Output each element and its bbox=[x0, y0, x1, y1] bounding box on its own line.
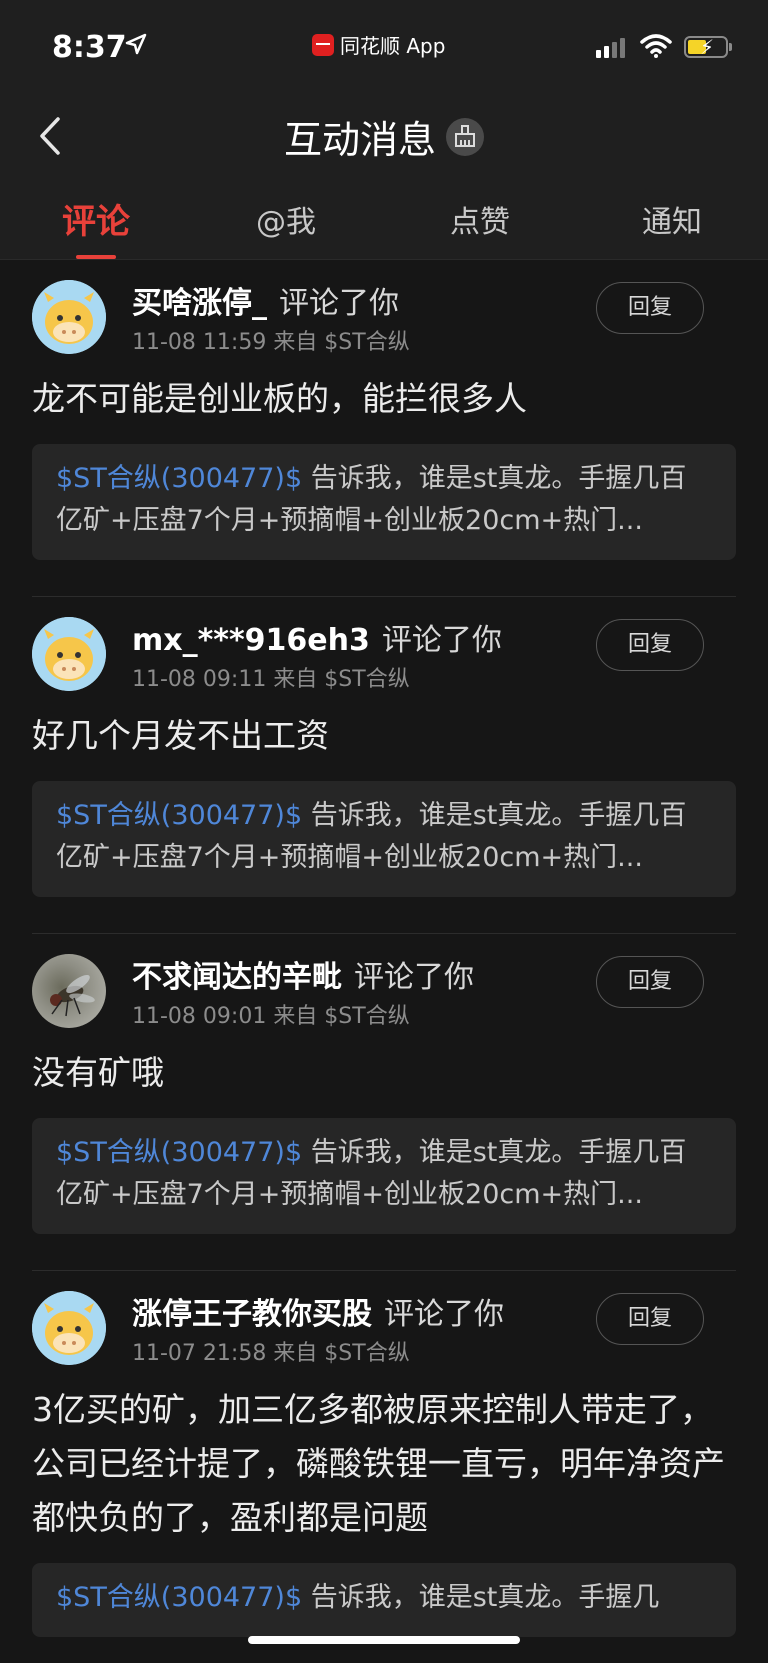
cow-avatar-icon bbox=[32, 280, 106, 354]
tab-likes[interactable]: 点赞 bbox=[420, 197, 540, 241]
username[interactable]: 买啥涨停_ bbox=[132, 286, 267, 321]
username[interactable]: 不求闻达的辛毗 bbox=[132, 960, 342, 995]
comment-feed: 买啥涨停_ 评论了你 11-08 11:59 来自 $ST合纵 回复 龙不可能是创… bbox=[0, 260, 768, 1637]
list-item[interactable]: 不求闻达的辛毗 评论了你 11-08 09:01 来自 $ST合纵 回复 没有矿哦… bbox=[0, 934, 768, 1271]
username[interactable]: 涨停王子教你买股 bbox=[132, 1297, 372, 1332]
comment-meta: 11-08 09:11 来自 $ST合纵 bbox=[132, 667, 410, 692]
stock-link[interactable]: $ST合纵(300477)$ bbox=[56, 800, 302, 831]
list-item[interactable]: mx_***916eh3 评论了你 11-08 09:11 来自 $ST合纵 回复… bbox=[0, 597, 768, 934]
stock-link[interactable]: $ST合纵(300477)$ bbox=[56, 463, 302, 494]
wifi-icon bbox=[640, 34, 672, 58]
username[interactable]: mx_***916eh3 bbox=[132, 623, 370, 658]
tab-notifications[interactable]: 通知 bbox=[612, 197, 732, 241]
reply-button[interactable]: 回复 bbox=[596, 1293, 704, 1345]
back-to-app-link[interactable]: 同花顺 App bbox=[312, 30, 445, 59]
reply-button[interactable]: 回复 bbox=[596, 956, 704, 1008]
quoted-post[interactable]: $ST合纵(300477)$ 告诉我，谁是st真龙。手握几 bbox=[32, 1563, 736, 1637]
cow-avatar-icon bbox=[32, 1291, 106, 1365]
stock-link[interactable]: $ST合纵(300477)$ bbox=[56, 1582, 302, 1613]
status-bar: 8:37 同花顺 App ⚡ bbox=[0, 0, 768, 95]
avatar[interactable] bbox=[32, 280, 106, 354]
list-item[interactable]: 买啥涨停_ 评论了你 11-08 11:59 来自 $ST合纵 回复 龙不可能是创… bbox=[0, 260, 768, 597]
quoted-post[interactable]: $ST合纵(300477)$ 告诉我，谁是st真龙。手握几百亿矿+压盘7个月+预… bbox=[32, 444, 736, 560]
comment-meta: 11-08 09:01 来自 $ST合纵 bbox=[132, 1004, 410, 1029]
navigation-bar: 互动消息 bbox=[0, 95, 768, 179]
tab-bar: 评论 @我 点赞 通知 bbox=[0, 179, 768, 260]
stock-link[interactable]: $ST合纵(300477)$ bbox=[56, 1137, 302, 1168]
status-time: 8:37 bbox=[52, 30, 127, 65]
tab-mentions[interactable]: @我 bbox=[226, 197, 346, 241]
cow-avatar-icon bbox=[32, 617, 106, 691]
tab-comments[interactable]: 评论 bbox=[36, 194, 156, 243]
home-indicator[interactable] bbox=[248, 1636, 520, 1644]
comment-content: 没有矿哦 bbox=[32, 1053, 164, 1092]
location-arrow-icon bbox=[125, 33, 147, 55]
action-text: 评论了你 bbox=[381, 623, 502, 658]
avatar[interactable] bbox=[32, 617, 106, 691]
comment-meta: 11-07 21:58 来自 $ST合纵 bbox=[132, 1341, 410, 1366]
avatar[interactable] bbox=[32, 1291, 106, 1365]
clear-broom-icon[interactable] bbox=[446, 117, 484, 156]
fly-photo-avatar-icon bbox=[50, 974, 95, 1017]
action-text: 评论了你 bbox=[354, 960, 474, 995]
quoted-post[interactable]: $ST合纵(300477)$ 告诉我，谁是st真龙。手握几百亿矿+压盘7个月+预… bbox=[32, 781, 736, 897]
back-app-label: 同花顺 App bbox=[340, 34, 446, 58]
action-text: 评论了你 bbox=[384, 1297, 504, 1332]
avatar[interactable] bbox=[32, 954, 106, 1028]
active-tab-indicator bbox=[76, 255, 116, 259]
cellular-signal-icon bbox=[596, 38, 625, 58]
list-item[interactable]: 涨停王子教你买股 评论了你 11-07 21:58 来自 $ST合纵 回复 3亿买… bbox=[0, 1271, 768, 1637]
action-text: 评论了你 bbox=[279, 286, 399, 321]
comment-content: 好几个月发不出工资 bbox=[32, 716, 329, 755]
reply-button[interactable]: 回复 bbox=[596, 282, 704, 334]
reply-button[interactable]: 回复 bbox=[596, 619, 704, 671]
comment-content: 3亿买的矿，加三亿多都被原来控制人带走了，公司已经计提了，磷酸铁锂一直亏，明年净… bbox=[32, 1390, 725, 1537]
comment-content: 龙不可能是创业板的，能拦很多人 bbox=[32, 379, 527, 418]
battery-icon: ⚡ bbox=[684, 35, 728, 59]
comment-meta: 11-08 11:59 来自 $ST合纵 bbox=[132, 330, 410, 355]
quoted-post[interactable]: $ST合纵(300477)$ 告诉我，谁是st真龙。手握几百亿矿+压盘7个月+预… bbox=[32, 1118, 736, 1234]
page-title-wrap: 互动消息 bbox=[0, 109, 768, 164]
app-logo-icon bbox=[312, 33, 334, 56]
quoted-text: 告诉我，谁是st真龙。手握几 bbox=[302, 1582, 660, 1613]
page-title: 互动消息 bbox=[283, 118, 436, 162]
